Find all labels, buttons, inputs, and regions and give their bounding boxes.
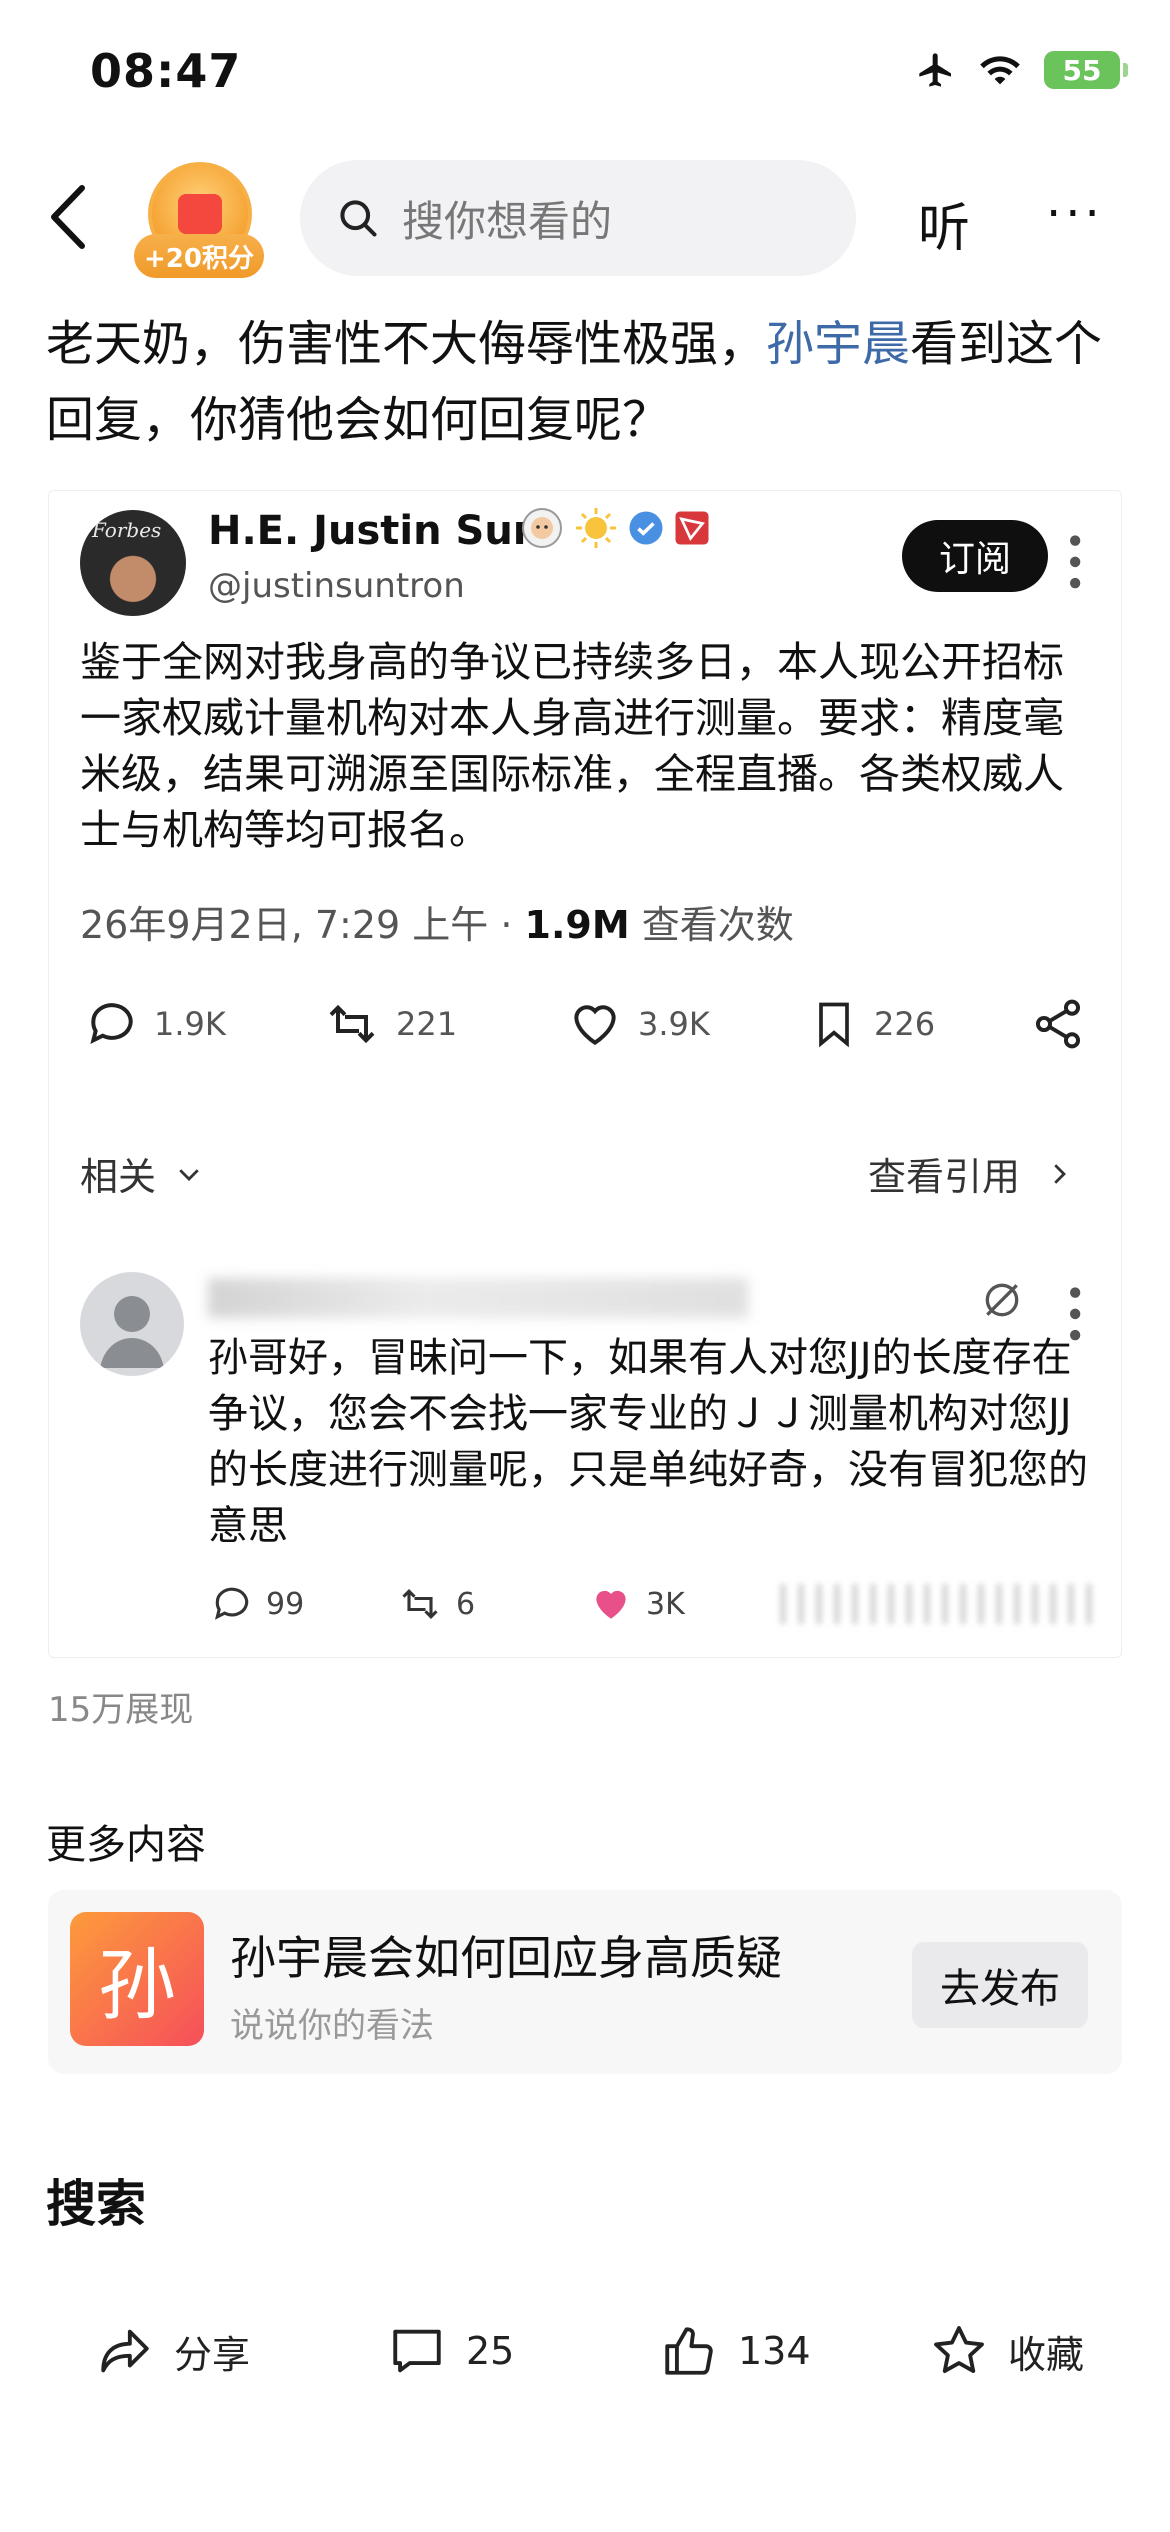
- comments-button[interactable]: 25: [388, 2322, 514, 2380]
- like-action[interactable]: 3.9K: [566, 996, 710, 1052]
- chevron-down-icon: [179, 1168, 199, 1181]
- reply-like-count: 3K: [646, 1586, 685, 1622]
- like-button[interactable]: 134: [660, 2322, 811, 2380]
- more-content-title: 更多内容: [46, 1822, 206, 1868]
- topic-subtitle: 说说你的看法: [230, 2006, 434, 2046]
- author-name[interactable]: H.E. Justin Sun: [208, 508, 541, 554]
- favorite-button[interactable]: 收藏: [930, 2322, 1084, 2380]
- topic-link[interactable]: 孙宇晨: [766, 316, 910, 372]
- heart-filled-icon: [596, 1590, 626, 1619]
- author-handle[interactable]: @justinsuntron: [208, 566, 465, 606]
- retweet-icon: [402, 1588, 438, 1620]
- back-icon[interactable]: [44, 182, 94, 252]
- topic-icon: 孙: [70, 1912, 204, 2046]
- retweet-count: 221: [396, 1005, 458, 1043]
- author-avatar[interactable]: Forbes: [80, 510, 186, 616]
- sun-icon: [576, 508, 616, 548]
- listen-button[interactable]: 听: [918, 186, 970, 261]
- reply-retweet-action[interactable]: 6: [396, 1582, 475, 1626]
- reply-author-blurred: [208, 1278, 748, 1318]
- tweet-date: 26年9月2日, 7:29 上午 ·: [80, 903, 525, 947]
- battery-icon: 55: [1044, 51, 1128, 89]
- reply-actions-blurred: [780, 1584, 1100, 1624]
- bookmark-icon: [819, 1002, 849, 1048]
- verified-icon: [629, 511, 663, 545]
- impressions-count: 15万展现: [48, 1690, 194, 1730]
- star-icon: [934, 2326, 984, 2373]
- comment-icon: [214, 1587, 249, 1620]
- share-arrow-icon: [101, 2329, 149, 2373]
- favorite-label: 收藏: [1008, 2332, 1085, 2377]
- retweet-icon: [329, 1004, 375, 1044]
- subscribe-button[interactable]: 订阅: [902, 520, 1048, 592]
- tweet-views-label: 查看次数: [629, 903, 794, 947]
- search-input[interactable]: 搜你想看的: [300, 160, 856, 276]
- more-options-button[interactable]: ···: [1046, 186, 1104, 242]
- reply-retweet-count: 6: [456, 1586, 476, 1622]
- reply-avatar[interactable]: [80, 1272, 184, 1376]
- reply-count: 1.9K: [154, 1005, 226, 1043]
- share-icon: [1035, 999, 1081, 1049]
- author-badges: [520, 506, 710, 550]
- wifi-icon: [980, 56, 1020, 85]
- view-quotes-link[interactable]: 查看引用: [868, 1146, 1074, 1201]
- search-section-title: 搜索: [46, 2175, 146, 2233]
- thumbs-up-icon: [665, 2327, 713, 2375]
- bookmark-action[interactable]: 226: [808, 996, 935, 1052]
- bookmark-count: 226: [874, 1005, 936, 1043]
- comments-count: 25: [466, 2329, 515, 2373]
- comment-box-icon: [393, 2329, 441, 2373]
- related-label: 相关: [80, 1155, 157, 1199]
- topic-title[interactable]: 孙宇晨会如何回应身高质疑: [230, 1922, 782, 1988]
- share-action[interactable]: [1030, 996, 1086, 1052]
- avatar-forbes-text: Forbes: [92, 518, 162, 542]
- share-label: 分享: [174, 2332, 251, 2377]
- comment-icon: [90, 1003, 133, 1045]
- post-title: 老天奶，伤害性不大侮辱性极强，孙宇晨看到这个回复，你猜他会如何回复呢？: [46, 306, 1136, 458]
- astronaut-icon: [522, 508, 562, 548]
- points-label: +20积分: [134, 234, 264, 278]
- page: 08:47 55 +20积分 搜你想看的 听 ··· 老天奶，伤害性不大侮辱性极…: [0, 0, 1170, 2532]
- reply-action[interactable]: 1.9K: [84, 996, 226, 1052]
- search-placeholder: 搜你想看的: [402, 196, 613, 246]
- retweet-action[interactable]: 221: [322, 996, 457, 1052]
- reply-like-action[interactable]: 3K: [588, 1582, 685, 1626]
- mute-icon[interactable]: [980, 1278, 1024, 1322]
- share-button[interactable]: 分享: [96, 2322, 250, 2380]
- related-dropdown[interactable]: 相关: [80, 1146, 204, 1201]
- chevron-right-icon: [1054, 1163, 1066, 1184]
- post-title-prefix: 老天奶，伤害性不大侮辱性极强，: [46, 316, 767, 372]
- search-icon: [340, 200, 377, 237]
- quotes-label: 查看引用: [868, 1155, 1021, 1199]
- airplane-icon: [919, 53, 951, 87]
- likes-count: 134: [738, 2329, 811, 2373]
- reply-body: 孙哥好，冒昧问一下，如果有人对您JJ的长度存在争议，您会不会找一家专业的ＪＪ测量…: [208, 1335, 1088, 1549]
- like-count: 3.9K: [638, 1005, 710, 1043]
- points-badge[interactable]: +20积分: [134, 162, 264, 282]
- tron-logo-icon: [675, 511, 709, 545]
- tweet-body: 鉴于全网对我身高的争议已持续多日，本人现公开招标一家权威计量机构对本人身高进行测…: [80, 638, 1064, 854]
- tweet-views-count: 1.9M: [524, 903, 630, 947]
- publish-button[interactable]: 去发布: [912, 1942, 1088, 2028]
- status-time: 08:47: [90, 44, 242, 98]
- status-icons: 55: [916, 50, 1128, 90]
- reply-reply-action[interactable]: 99: [210, 1582, 304, 1626]
- default-avatar-icon: [100, 1296, 164, 1368]
- tweet-more-icon[interactable]: •••: [1053, 530, 1094, 594]
- heart-icon: [574, 1005, 616, 1046]
- tweet-meta: 26年9月2日, 7:29 上午 · 1.9M 查看次数: [80, 894, 794, 949]
- reply-reply-count: 99: [266, 1586, 305, 1622]
